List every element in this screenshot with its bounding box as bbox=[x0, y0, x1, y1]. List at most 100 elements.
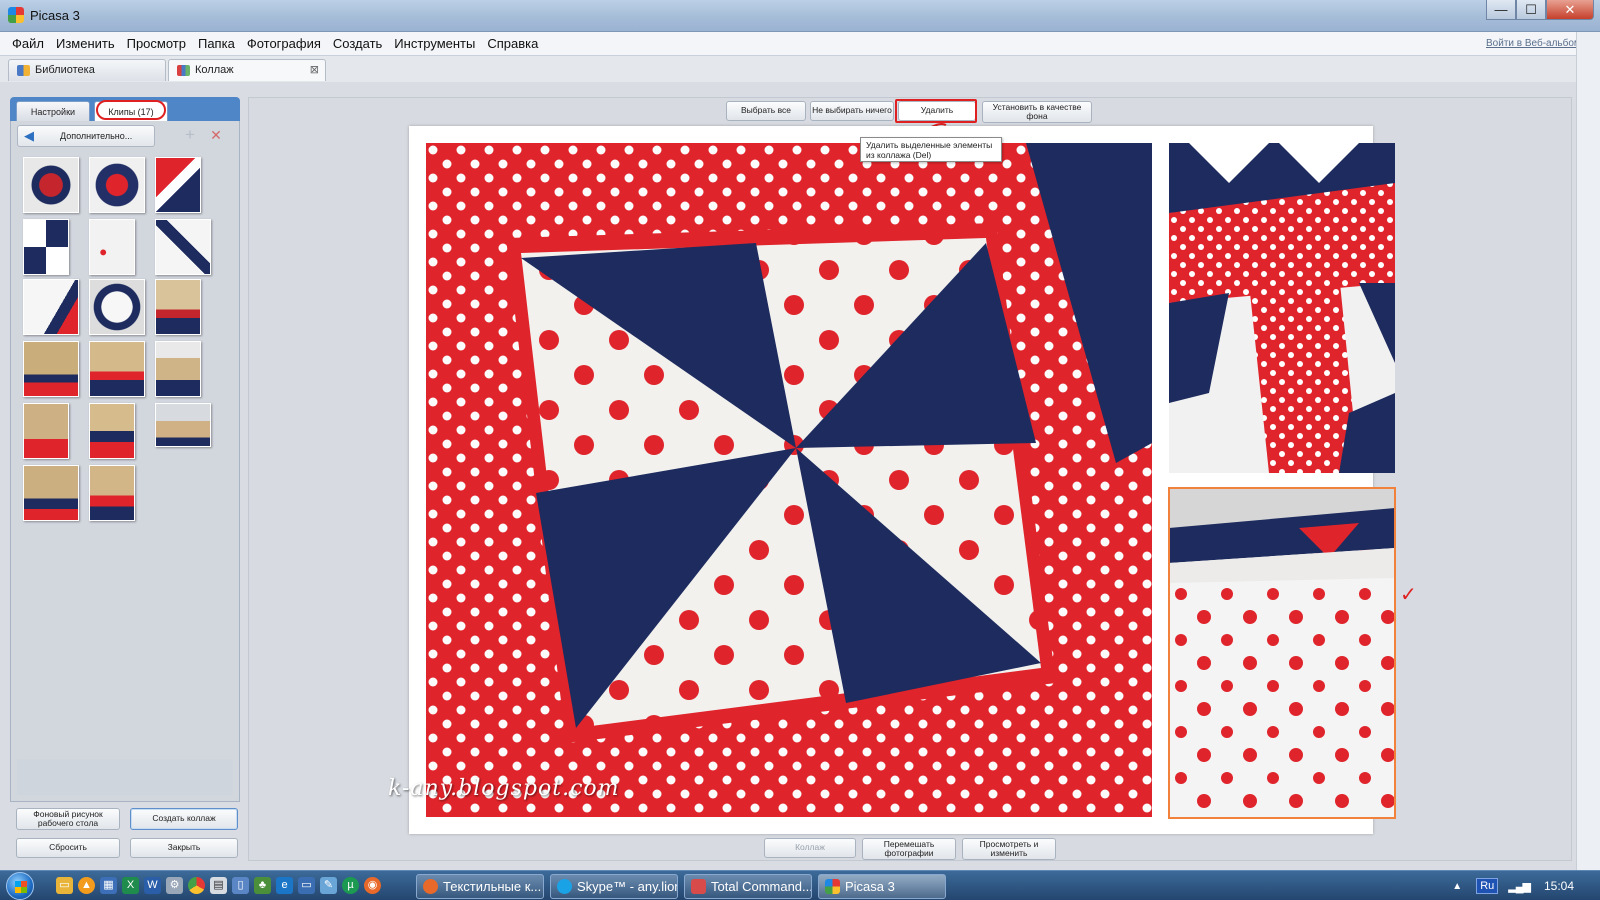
system-tray: ▲ Ru ▂▄▆ 15:04 bbox=[1452, 871, 1600, 900]
clip-thumbnail[interactable] bbox=[23, 403, 69, 459]
close-tab-icon[interactable]: ⊠ bbox=[310, 63, 319, 76]
word-icon[interactable]: W bbox=[144, 877, 161, 894]
clip-thumbnail[interactable] bbox=[89, 341, 145, 397]
close-window-button[interactable]: ✕ bbox=[1546, 0, 1594, 20]
close-collage-button[interactable]: Закрыть bbox=[130, 838, 238, 858]
clip-thumbnail[interactable] bbox=[89, 403, 135, 459]
window-title: Picasa 3 bbox=[30, 8, 80, 23]
language-indicator[interactable]: Ru bbox=[1476, 878, 1499, 894]
document-icon[interactable]: ▯ bbox=[232, 877, 249, 894]
clip-thumbnail[interactable] bbox=[23, 279, 79, 335]
clip-thumbnail[interactable] bbox=[89, 157, 145, 213]
collage-photo-pinwheel[interactable] bbox=[426, 143, 1152, 817]
utorrent-icon[interactable]: µ bbox=[342, 877, 359, 894]
menu-help[interactable]: Справка bbox=[481, 36, 544, 51]
menu-file[interactable]: Файл bbox=[6, 36, 50, 51]
annotation-box-delete bbox=[895, 99, 977, 123]
start-button[interactable] bbox=[6, 872, 34, 900]
total-commander-icon bbox=[691, 879, 706, 894]
clips-panel: ◀ Дополнительно... + ✕ bbox=[10, 121, 240, 802]
create-collage-button[interactable]: Создать коллаж bbox=[130, 808, 238, 830]
clip-thumbnail[interactable] bbox=[89, 219, 135, 275]
task-picasa[interactable]: Picasa 3 bbox=[818, 874, 946, 899]
calendar-icon[interactable]: ▦ bbox=[100, 877, 117, 894]
add-clip-icon[interactable]: + bbox=[181, 126, 199, 145]
tray-expand-icon[interactable]: ▲ bbox=[1452, 881, 1462, 892]
task-picasa-label: Picasa 3 bbox=[845, 879, 895, 894]
menu-bar: Файл Изменить Просмотр Папка Фотография … bbox=[0, 32, 1600, 56]
reset-button[interactable]: Сбросить bbox=[16, 838, 120, 858]
menu-picture[interactable]: Фотография bbox=[241, 36, 327, 51]
task-total-commander[interactable]: Total Command... bbox=[684, 874, 812, 899]
title-bar: Picasa 3 — ☐ ✕ bbox=[0, 0, 1600, 32]
selection-frame bbox=[1168, 487, 1396, 819]
clip-thumbnail[interactable] bbox=[23, 219, 69, 275]
menu-view[interactable]: Просмотр bbox=[121, 36, 192, 51]
clips-panel-footer bbox=[17, 759, 233, 795]
window-controls: — ☐ ✕ bbox=[1486, 0, 1594, 20]
clip-thumbnail[interactable] bbox=[155, 403, 211, 447]
clip-thumbnail[interactable] bbox=[23, 157, 79, 213]
menu-edit[interactable]: Изменить bbox=[50, 36, 121, 51]
back-arrow-icon: ◀ bbox=[24, 128, 34, 143]
set-background-button[interactable]: Установить в качестве фона bbox=[982, 101, 1092, 123]
clip-thumbnail[interactable] bbox=[155, 279, 201, 335]
calculator-icon[interactable]: ▤ bbox=[210, 877, 227, 894]
menu-create[interactable]: Создать bbox=[327, 36, 388, 51]
skype-icon bbox=[557, 879, 572, 894]
delete-tooltip: Удалить выделенные элементы из коллажа (… bbox=[860, 137, 1002, 162]
clip-thumbnail[interactable] bbox=[155, 157, 201, 213]
picasa-icon bbox=[825, 879, 840, 894]
collage-side-panel: Настройки Клипы (17) ◀ Дополнительно... … bbox=[10, 97, 240, 802]
menu-folder[interactable]: Папка bbox=[192, 36, 241, 51]
windows-taskbar: ▭ ▲ ▦ X W ⚙ ▤ ▯ ♣ e ▭ ✎ µ ◉ Текстильные … bbox=[0, 870, 1600, 900]
signal-icon[interactable]: ▂▄▆ bbox=[1508, 880, 1531, 893]
clock[interactable]: 15:04 bbox=[1544, 879, 1574, 893]
monitor-icon[interactable]: ▭ bbox=[298, 877, 315, 894]
desktop-wallpaper-button[interactable]: Фоновый рисунок рабочего стола bbox=[16, 808, 120, 830]
internet-explorer-icon[interactable]: e bbox=[276, 877, 293, 894]
paint-icon[interactable]: ✎ bbox=[320, 877, 337, 894]
tab-collage-label: Коллаж bbox=[195, 64, 234, 76]
clip-thumbnail[interactable] bbox=[89, 465, 135, 521]
firefox-icon[interactable]: ◉ bbox=[364, 877, 381, 894]
web-albums-login-link[interactable]: Войти в Веб-альбомы bbox=[1486, 38, 1588, 49]
annotation-circle-clips bbox=[96, 100, 166, 120]
more-button[interactable]: ◀ Дополнительно... bbox=[17, 125, 155, 147]
picasa-app-icon bbox=[8, 7, 24, 23]
clip-thumbnail[interactable] bbox=[155, 219, 211, 275]
clip-thumbnail[interactable] bbox=[155, 341, 201, 397]
clips-toolbar: ◀ Дополнительно... + ✕ bbox=[17, 125, 233, 147]
aim-icon[interactable]: ▲ bbox=[78, 877, 95, 894]
view-and-edit-button[interactable]: Просмотреть и изменить bbox=[962, 838, 1056, 860]
clip-thumbnail[interactable] bbox=[89, 279, 145, 335]
network-icon[interactable]: ♣ bbox=[254, 877, 271, 894]
minimize-button[interactable]: — bbox=[1486, 0, 1516, 20]
tab-settings[interactable]: Настройки bbox=[16, 101, 90, 121]
task-skype[interactable]: Skype™ - any.lion bbox=[550, 874, 678, 899]
tab-library[interactable]: Библиотека bbox=[8, 59, 166, 81]
task-firefox-label: Текстильные к... bbox=[443, 879, 542, 894]
select-none-button[interactable]: Не выбирать ничего bbox=[810, 101, 894, 121]
excel-icon[interactable]: X bbox=[122, 877, 139, 894]
clip-thumbnail[interactable] bbox=[23, 341, 79, 397]
tab-collage[interactable]: Коллаж ⊠ bbox=[168, 59, 326, 81]
select-all-button[interactable]: Выбрать все bbox=[726, 101, 806, 121]
right-edge-strip bbox=[1576, 32, 1600, 870]
quick-launch: ▭ ▲ ▦ X W ⚙ ▤ ▯ ♣ e ▭ ✎ µ ◉ bbox=[56, 877, 381, 894]
watermark-text: k-any.blogspot.com bbox=[388, 776, 620, 801]
gear-icon[interactable]: ⚙ bbox=[166, 877, 183, 894]
clip-thumbnail[interactable] bbox=[23, 465, 79, 521]
shuffle-photos-button[interactable]: Перемешать фотографии bbox=[862, 838, 956, 860]
more-button-label: Дополнительно... bbox=[60, 131, 133, 141]
remove-clip-icon[interactable]: ✕ bbox=[207, 127, 225, 145]
tab-library-label: Библиотека bbox=[35, 64, 95, 76]
chrome-icon[interactable] bbox=[188, 877, 205, 894]
side-panel-buttons: Фоновый рисунок рабочего стола Создать к… bbox=[16, 808, 238, 862]
collage-photo-red-strip[interactable] bbox=[1169, 143, 1395, 473]
folder-icon[interactable]: ▭ bbox=[56, 877, 73, 894]
maximize-button[interactable]: ☐ bbox=[1516, 0, 1546, 20]
task-firefox[interactable]: Текстильные к... bbox=[416, 874, 544, 899]
menu-tools[interactable]: Инструменты bbox=[388, 36, 481, 51]
collage-button[interactable]: Коллаж bbox=[764, 838, 856, 858]
